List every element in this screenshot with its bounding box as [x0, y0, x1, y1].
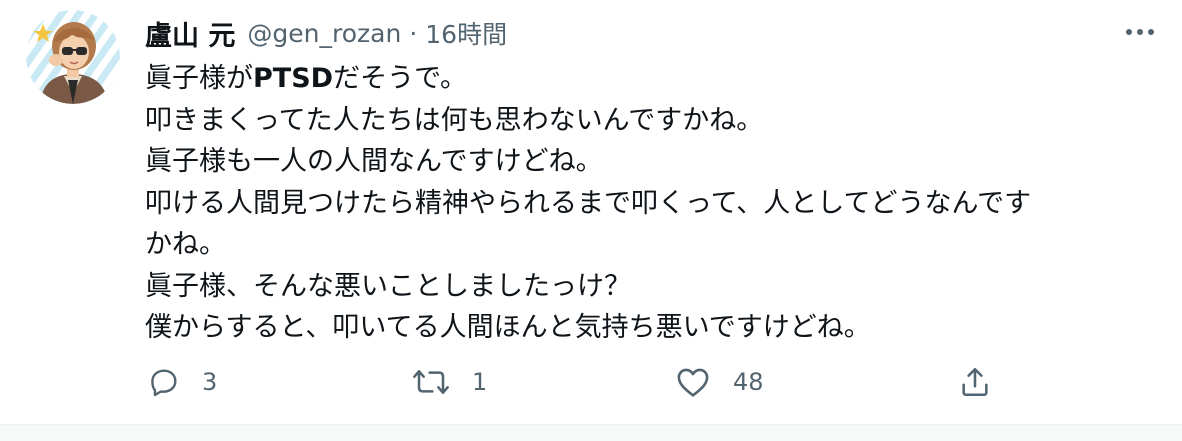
tweet-line-5: かね。	[145, 229, 226, 260]
retweet-icon	[413, 370, 449, 394]
tweet-line-7: 僕からすると、叩いてる人間ほんと気持ち悪いですけどね。	[145, 312, 871, 343]
reply-count: 3	[202, 368, 218, 396]
heart-icon	[677, 368, 709, 397]
tweet-line-6: 眞子様、そんな悪いことしましたっけ？	[145, 270, 631, 302]
action-bar: 3 1 48	[0, 360, 1182, 404]
more-horizontal-icon	[1126, 29, 1154, 35]
share-icon	[962, 367, 988, 397]
retweet-button[interactable]: 1	[412, 360, 487, 404]
reply-icon	[151, 369, 177, 397]
display-name[interactable]: 盧山 元	[145, 14, 235, 53]
share-button[interactable]	[958, 360, 992, 404]
separator-dot: ·	[409, 18, 418, 48]
tweet-card[interactable]: 盧山 元 @gen_rozan · 16時間 眞子様がPTSDだそうで。 叩きま…	[0, 0, 1182, 424]
tweet-header: 盧山 元 @gen_rozan · 16時間	[145, 12, 507, 54]
tweet-text: 眞子様がPTSDだそうで。 叩きまくってた人たちは何も思わないんですかね。 眞子…	[145, 58, 1150, 349]
timeline-divider	[0, 424, 1182, 441]
retweet-count: 1	[472, 368, 488, 396]
tweet-line-1-suffix: だそうで。	[333, 63, 467, 94]
reply-button[interactable]: 3	[148, 360, 217, 404]
tweet-line-1-prefix: 眞子様が	[145, 63, 253, 94]
like-button[interactable]: 48	[675, 360, 764, 404]
tweet-line-1-bold: PTSD	[253, 63, 334, 94]
tweet-line-1: 眞子様がPTSDだそうで。	[145, 58, 1150, 100]
timestamp[interactable]: 16時間	[425, 15, 507, 51]
tweet-line-4: 叩ける人間見つけたら精神やられるまで叩くって、人としてどうなんです	[145, 187, 1032, 219]
tweet-line-2: 叩きまくってた人たちは何も思わないんですかね。	[145, 104, 764, 136]
avatar[interactable]	[26, 10, 120, 104]
user-handle[interactable]: @gen_rozan	[247, 19, 401, 48]
more-button[interactable]	[1120, 16, 1160, 46]
tweet-line-3: 眞子様も一人の人間なんですけどね。	[145, 146, 603, 177]
avatar-image	[26, 10, 120, 104]
like-count: 48	[733, 368, 764, 396]
